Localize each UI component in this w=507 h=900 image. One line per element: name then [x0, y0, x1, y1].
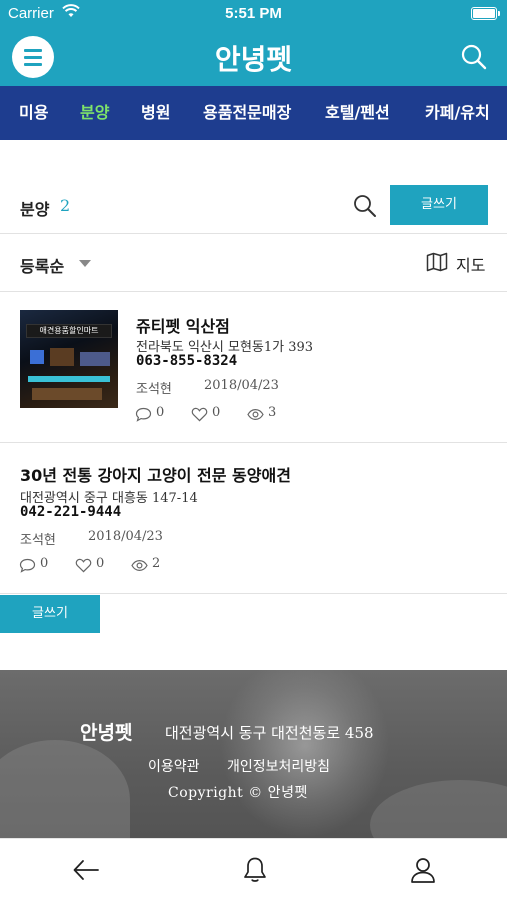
heart-icon [191, 407, 208, 422]
view-count: 3 [247, 405, 287, 423]
notifications-button[interactable] [240, 855, 270, 885]
status-bar: Carrier 5:51 PM [0, 0, 507, 28]
map-label: 지도 [456, 256, 486, 275]
item-author: 조석현 [20, 533, 56, 548]
user-icon [411, 858, 435, 883]
app-header: 안녕펫 [0, 28, 507, 86]
bottom-tab-bar [0, 838, 507, 900]
app-title: 안녕펫 [214, 43, 293, 76]
thumbnail-light [30, 350, 44, 364]
category-nav: 미용 분양 병원 용품전문매장 호텔/펜션 카페/유치 [0, 86, 507, 140]
search-icon [354, 195, 376, 217]
footer-background-bucket [0, 740, 130, 838]
comment-icon [135, 407, 152, 422]
category-tab-grooming[interactable]: 미용 [19, 86, 48, 140]
chevron-down-icon[interactable] [79, 260, 91, 267]
privacy-policy-link[interactable]: 개인정보처리방침 [227, 756, 330, 776]
item-phone[interactable]: 063-855-8324 [136, 353, 237, 369]
item-author: 조석현 [136, 382, 172, 397]
clock-label: 5:51 PM [225, 5, 282, 22]
thumbnail-sign: 애견용품할인마트 [26, 324, 112, 338]
view-count: 2 [131, 556, 171, 574]
list-item[interactable]: 30년 전통 강아지 고양이 전문 동양애견 대전광역시 중구 대흥동 147-… [0, 443, 507, 593]
like-count: 0 [75, 556, 115, 574]
profile-button[interactable] [408, 855, 438, 885]
footer-background-bucket [370, 780, 507, 838]
category-tab-supply-store[interactable]: 용품전문매장 [203, 86, 291, 140]
menu-icon-line [24, 63, 42, 66]
menu-button[interactable] [12, 36, 54, 78]
divider [0, 233, 507, 234]
list-title: 분양 [20, 200, 50, 219]
write-button-bottom[interactable]: 글쓰기 [0, 595, 100, 633]
thumbnail-led-strip [28, 376, 110, 382]
sort-dropdown[interactable]: 등록순 [20, 253, 64, 277]
comment-count: 0 [19, 556, 59, 574]
item-title[interactable]: 30년 전통 강아지 고양이 전문 동양애견 [20, 462, 291, 486]
category-tab-adoption[interactable]: 분양 [80, 86, 109, 140]
list-search-button[interactable] [352, 193, 378, 219]
item-thumbnail: 애견용품할인마트 [20, 310, 118, 408]
menu-icon-line [24, 56, 42, 59]
footer-background-cat [220, 670, 390, 838]
terms-link[interactable]: 이용약관 [148, 756, 200, 776]
back-arrow-icon [73, 860, 99, 880]
category-tab-hospital[interactable]: 병원 [141, 86, 170, 140]
back-button[interactable] [71, 855, 101, 885]
thumbnail-shelf [80, 352, 110, 366]
thumbnail-shelf [50, 348, 74, 366]
list-header: 분양 2 글쓰기 [0, 185, 507, 227]
write-button[interactable]: 글쓰기 [390, 185, 488, 225]
heart-icon [75, 558, 92, 573]
divider [0, 593, 507, 594]
category-tab-hotel[interactable]: 호텔/펜션 [325, 86, 390, 140]
footer-brand: 안녕펫 [80, 722, 133, 744]
comment-icon [19, 558, 36, 573]
view-count-value: 2 [152, 556, 161, 571]
thumbnail-floor [32, 388, 102, 400]
view-count-value: 3 [268, 405, 277, 420]
comment-count: 0 [135, 405, 175, 423]
like-count-value: 0 [212, 405, 221, 420]
eye-icon [247, 408, 264, 421]
search-button[interactable] [459, 42, 489, 72]
comment-count-value: 0 [40, 556, 49, 571]
menu-icon [24, 49, 42, 52]
list-item[interactable]: 애견용품할인마트 쥬티펫 익산점 전라북도 익산시 모현동1가 393 063-… [0, 292, 507, 442]
category-tab-cafe[interactable]: 카페/유치 [425, 86, 490, 140]
item-date: 2018/04/23 [88, 529, 163, 544]
footer: 안녕펫 대전광역시 동구 대전천동로 458 이용약관 개인정보처리방침 Cop… [0, 670, 507, 838]
footer-address: 대전광역시 동구 대전천동로 458 [165, 724, 374, 742]
item-phone[interactable]: 042-221-9444 [20, 504, 121, 520]
map-icon [426, 252, 448, 272]
list-count: 2 [60, 196, 71, 215]
search-icon [461, 44, 487, 70]
battery-icon [471, 7, 500, 20]
bell-icon [244, 857, 266, 882]
item-title[interactable]: 쥬티펫 익산점 [136, 313, 230, 337]
comment-count-value: 0 [156, 405, 165, 420]
item-date: 2018/04/23 [204, 378, 279, 393]
like-count: 0 [191, 405, 231, 423]
like-count-value: 0 [96, 556, 105, 571]
eye-icon [131, 559, 148, 572]
sort-row: 등록순 지도 [0, 243, 507, 283]
footer-copyright: Copyright © 안녕펫 [168, 785, 308, 801]
